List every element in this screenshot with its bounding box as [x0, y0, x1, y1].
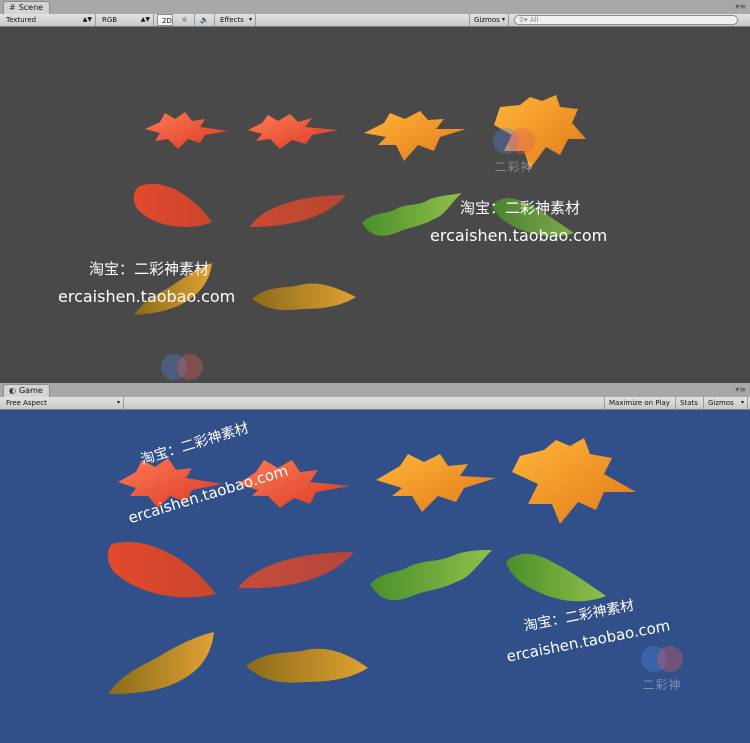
- gold-maple-leaf: [512, 438, 636, 524]
- gold-oak-leaf: [246, 648, 368, 683]
- render-mode-label: Textured: [6, 16, 37, 24]
- watermark-taobao: 淘宝：二彩神素材: [89, 260, 210, 278]
- red-maple-leaf: [248, 114, 338, 149]
- panel-menu-icon[interactable]: ▾≡: [735, 2, 746, 11]
- tab-game[interactable]: ◐ Game: [3, 384, 50, 398]
- chevron-down-icon: ▾: [116, 399, 120, 406]
- gold-maple-leaf: [376, 454, 496, 512]
- scene-sprites: [133, 95, 586, 315]
- gizmos-label: Gizmos: [474, 16, 500, 24]
- scene-tab-label: Scene: [18, 3, 44, 12]
- gold-oak-leaf: [252, 283, 356, 310]
- toggle-2d-button[interactable]: 2D: [157, 14, 173, 26]
- color-mode-dropdown[interactable]: RGB ▲▼: [98, 14, 154, 26]
- brand-logo: 二彩神: [152, 350, 212, 383]
- chevron-down-icon: ▲▼: [82, 16, 92, 23]
- game-tab-label: Game: [18, 386, 43, 395]
- scene-tab-bar: # Scene ▾≡: [0, 0, 750, 15]
- search-placeholder: All: [529, 16, 539, 24]
- audio-toggle-button[interactable]: 🔈: [195, 14, 215, 26]
- search-icon: ⚲▾: [519, 16, 528, 24]
- scene-toolbar: Textured ▲▼ RGB ▲▼ 2D ☼ 🔈 Effects ▾ Gizm…: [0, 14, 750, 27]
- red-birch-leaf: [133, 183, 212, 227]
- game-tab-bar: ◐ Game ▾≡: [0, 383, 750, 398]
- watermark-taobao: 淘宝：二彩神素材: [460, 199, 581, 217]
- tab-scene[interactable]: # Scene: [3, 1, 51, 15]
- effects-label: Effects: [220, 16, 244, 24]
- speaker-icon: 🔈: [200, 16, 209, 24]
- scene-viewport[interactable]: 淘宝：二彩神素材 ercaishen.taobao.com 淘宝：二彩神素材 e…: [0, 27, 750, 383]
- stats-button[interactable]: Stats: [676, 397, 704, 409]
- game-viewport[interactable]: 淘宝：二彩神素材 ercaishen.taobao.com 淘宝：二彩神素材 e…: [0, 410, 750, 743]
- chevron-down-icon: ▲▼: [140, 16, 150, 23]
- game-toolbar: Free Aspect ▾ Maximize on Play Stats Giz…: [0, 397, 750, 410]
- panel-menu-icon[interactable]: ▾≡: [735, 385, 746, 394]
- effects-dropdown[interactable]: Effects ▾: [216, 14, 256, 26]
- brand-logo: 二彩神: [632, 642, 692, 694]
- aspect-label: Free Aspect: [6, 399, 47, 407]
- game-gizmos-dropdown[interactable]: Gizmos ▾: [704, 397, 748, 409]
- red-maple-leaf: [145, 112, 228, 149]
- watermark-url: ercaishen.taobao.com: [58, 287, 236, 306]
- brown-oak-leaf: [108, 632, 214, 694]
- render-mode-dropdown[interactable]: Textured ▲▼: [2, 14, 96, 26]
- scene-gizmos-dropdown[interactable]: Gizmos ▾: [469, 14, 509, 26]
- chevron-down-icon: ▾: [248, 16, 252, 23]
- toggle-2d-label: 2D: [162, 17, 172, 25]
- game-tab-icon: ◐: [9, 386, 16, 395]
- aspect-dropdown[interactable]: Free Aspect ▾: [2, 397, 124, 409]
- watermark-url: ercaishen.taobao.com: [430, 226, 608, 245]
- green-oak-leaf: [506, 553, 606, 602]
- lighting-toggle-button[interactable]: ☼: [175, 14, 195, 26]
- red-birch-leaf: [238, 552, 354, 589]
- gold-maple-leaf: [364, 111, 466, 161]
- search-input[interactable]: ⚲▾ All: [514, 15, 738, 25]
- logo-text: 二彩神: [642, 678, 682, 692]
- color-mode-label: RGB: [102, 16, 118, 24]
- maximize-label: Maximize on Play: [609, 399, 670, 407]
- gizmos-label: Gizmos: [708, 399, 734, 407]
- chevron-down-icon: ▾: [501, 16, 505, 23]
- scene-tab-icon: #: [9, 3, 16, 12]
- maximize-on-play-button[interactable]: Maximize on Play: [604, 397, 676, 409]
- green-oak-leaf: [370, 550, 492, 601]
- brand-logo: 二彩神: [484, 124, 544, 176]
- red-birch-leaf: [107, 542, 216, 598]
- sun-icon: ☼: [181, 16, 188, 24]
- stats-label: Stats: [680, 399, 698, 407]
- red-birch-leaf: [250, 195, 346, 227]
- chevron-down-icon: ▾: [740, 399, 744, 406]
- logo-text: 二彩神: [494, 160, 534, 174]
